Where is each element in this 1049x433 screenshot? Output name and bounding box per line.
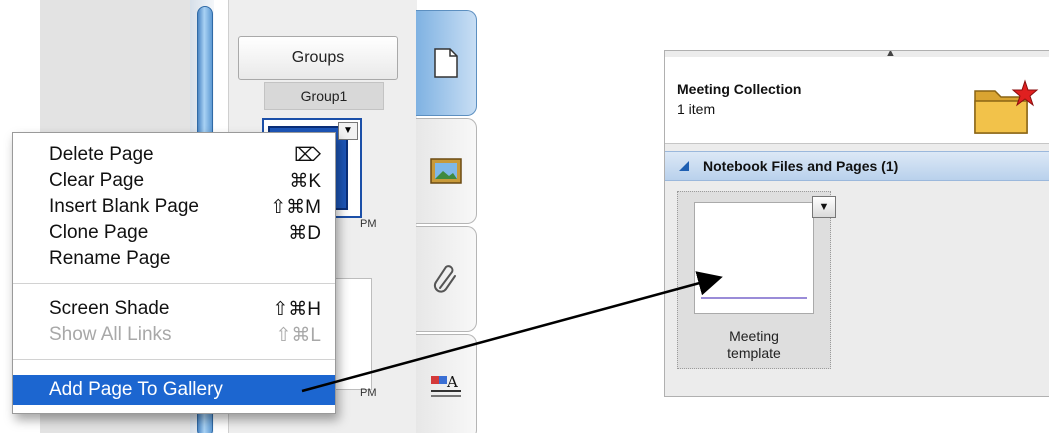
menu-item-clear-page[interactable]: Clear Page ⌘K bbox=[13, 169, 335, 193]
menu-separator bbox=[13, 359, 335, 360]
menu-item-label: Clear Page bbox=[49, 170, 145, 191]
menu-item-label: Screen Shade bbox=[49, 298, 170, 319]
composite-screenshot: Groups Group1 ▼ PM PM A Delete Page ⌦ Cl… bbox=[0, 0, 1049, 433]
context-menu: Delete Page ⌦ Clear Page ⌘K Insert Blank… bbox=[12, 132, 336, 414]
paperclip-icon bbox=[433, 265, 456, 293]
gallery-item[interactable]: ▼ Meeting template bbox=[677, 191, 836, 369]
chevron-down-icon[interactable]: ▼ bbox=[812, 196, 836, 218]
gallery-screenshot: ▲ Meeting Collection 1 item Notebook Fil… bbox=[664, 50, 1049, 397]
group-label: Group1 bbox=[264, 82, 384, 110]
menu-item-insert-blank-page[interactable]: Insert Blank Page ⇧⌘M bbox=[13, 195, 335, 219]
tab-page-sorter[interactable] bbox=[416, 10, 477, 116]
page-timestamp: PM bbox=[360, 387, 377, 399]
picture-icon bbox=[430, 158, 462, 184]
menu-item-label: Delete Page bbox=[49, 144, 154, 165]
menu-item-label: Rename Page bbox=[49, 248, 171, 269]
menu-item-show-all-links: Show All Links ⇧⌘L bbox=[13, 323, 335, 347]
menu-item-label: Show All Links bbox=[49, 324, 172, 345]
section-header-notebook-files[interactable]: Notebook Files and Pages (1) bbox=[665, 151, 1049, 181]
collection-item-count: 1 item bbox=[677, 101, 716, 117]
menu-item-shortcut: ⇧⌘L bbox=[275, 325, 322, 346]
menu-item-shortcut: ⇧⌘H bbox=[272, 299, 321, 320]
properties-icon: A bbox=[431, 373, 461, 397]
gallery-item-label-line1: Meeting bbox=[729, 328, 779, 344]
tab-gallery[interactable] bbox=[416, 118, 477, 224]
collection-header: Meeting Collection 1 item bbox=[665, 57, 1049, 144]
gallery-item-label: Meeting template bbox=[678, 328, 830, 362]
gallery-item-thumbnail bbox=[694, 202, 814, 314]
menu-item-shortcut: ⌘D bbox=[288, 223, 321, 244]
menu-item-delete-page[interactable]: Delete Page ⌦ bbox=[13, 143, 335, 167]
collection-title: Meeting Collection bbox=[677, 81, 802, 97]
page-timestamp: PM bbox=[360, 218, 377, 230]
chevron-down-icon[interactable]: ▼ bbox=[338, 122, 358, 140]
menu-item-shortcut: ⌦ bbox=[294, 145, 321, 166]
groups-button[interactable]: Groups bbox=[238, 36, 398, 80]
page-sorter-screenshot: Groups Group1 ▼ PM PM A Delete Page ⌦ Cl… bbox=[0, 0, 480, 433]
gallery-item-label-line2: template bbox=[727, 345, 781, 361]
favorite-folder-icon bbox=[974, 79, 1039, 134]
menu-item-clone-page[interactable]: Clone Page ⌘D bbox=[13, 221, 335, 245]
menu-item-label: Insert Blank Page bbox=[49, 196, 199, 217]
menu-item-screen-shade[interactable]: Screen Shade ⇧⌘H bbox=[13, 297, 335, 321]
page-icon bbox=[434, 48, 458, 78]
svg-text:A: A bbox=[446, 373, 458, 391]
menu-item-rename-page[interactable]: Rename Page bbox=[13, 247, 335, 271]
menu-item-label: Clone Page bbox=[49, 222, 149, 243]
menu-item-shortcut: ⇧⌘M bbox=[270, 197, 321, 218]
section-label: Notebook Files and Pages (1) bbox=[703, 158, 899, 174]
menu-item-add-page-to-gallery[interactable]: Add Page To Gallery bbox=[13, 375, 335, 405]
thumbnail-line bbox=[701, 297, 807, 299]
menu-separator bbox=[13, 283, 335, 284]
menu-item-shortcut: ⌘K bbox=[289, 171, 321, 192]
menu-item-label: Add Page To Gallery bbox=[49, 379, 223, 400]
disclosure-triangle-icon[interactable] bbox=[679, 161, 689, 171]
tab-attachments[interactable] bbox=[416, 226, 477, 332]
tab-properties[interactable]: A bbox=[416, 334, 477, 433]
